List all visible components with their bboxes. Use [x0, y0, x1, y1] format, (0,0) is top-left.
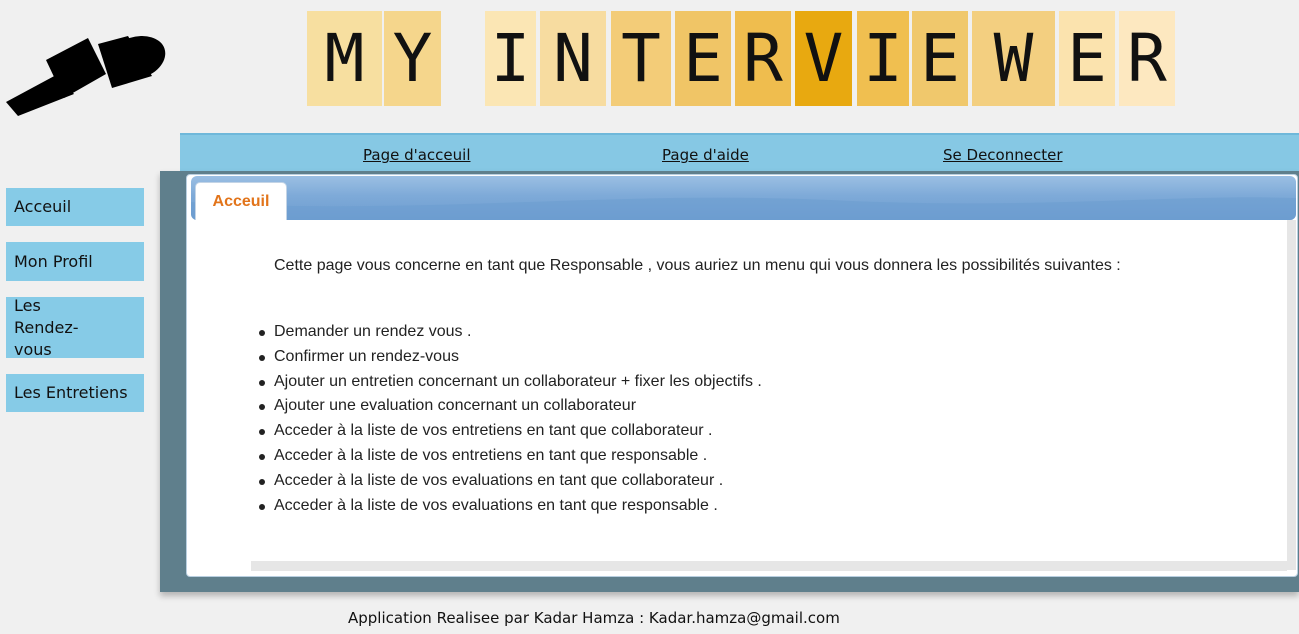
- list-item: Demander un rendez vous .: [256, 320, 762, 345]
- nav-help-link[interactable]: Page d'aide: [662, 146, 749, 164]
- sidebar-item-acceuil[interactable]: Acceuil: [6, 188, 144, 226]
- title-letter: E: [1059, 11, 1115, 106]
- title-letter: I: [857, 11, 909, 106]
- title-letter: R: [735, 11, 791, 106]
- title-letter: E: [675, 11, 731, 106]
- vertical-scrollbar[interactable]: [1287, 220, 1296, 570]
- sidebar-item-label: Les Rendez-vous: [14, 295, 79, 359]
- title-letter: E: [912, 11, 968, 106]
- title-letter: N: [540, 11, 606, 106]
- list-item: Confirmer un rendez-vous: [256, 345, 762, 370]
- sidebar-item-label: Acceuil: [14, 197, 72, 216]
- footer-credit: Application Realisee par Kadar Hamza : K…: [348, 609, 840, 627]
- title-letter: Y: [384, 11, 441, 106]
- title-letter: T: [611, 11, 671, 106]
- list-item: Ajouter une evaluation concernant un col…: [256, 394, 762, 419]
- app-title: MYINTERVIEWER: [0, 0, 1299, 120]
- tab-strip: [191, 176, 1296, 220]
- title-letter: W: [972, 11, 1055, 106]
- sidebar-item-mon-profil[interactable]: Mon Profil: [6, 242, 144, 281]
- feature-list: Demander un rendez vous . Confirmer un re…: [256, 320, 762, 518]
- sidebar-item-entretiens[interactable]: Les Entretiens: [6, 374, 144, 412]
- list-item: Acceder à la liste de vos entretiens en …: [256, 444, 762, 469]
- list-item: Acceder à la liste de vos entretiens en …: [256, 419, 762, 444]
- sidebar-item-label: Mon Profil: [14, 251, 93, 271]
- list-item: Acceder à la liste de vos evaluations en…: [256, 469, 762, 494]
- nav-logout-link[interactable]: Se Deconnecter: [943, 146, 1063, 164]
- tab-acceuil[interactable]: Acceuil: [195, 182, 287, 220]
- title-letter: V: [795, 11, 852, 106]
- list-item: Acceder à la liste de vos evaluations en…: [256, 494, 762, 519]
- sidebar-item-label: Les Entretiens: [14, 383, 128, 402]
- horizontal-scrollbar[interactable]: [251, 561, 1287, 571]
- tab-label: Acceuil: [212, 193, 270, 210]
- title-letter: M: [307, 11, 382, 106]
- list-item: Ajouter un entretien concernant un colla…: [256, 370, 762, 395]
- nav-home-link[interactable]: Page d'acceuil: [363, 146, 470, 164]
- title-letter: R: [1119, 11, 1175, 106]
- title-letter: I: [485, 11, 536, 106]
- sidebar-item-rendez-vous[interactable]: Les Rendez-vous: [6, 295, 144, 359]
- intro-text: Cette page vous concerne en tant que Res…: [274, 257, 1121, 274]
- top-nav: Page d'acceuil Page d'aide Se Deconnecte…: [180, 133, 1299, 173]
